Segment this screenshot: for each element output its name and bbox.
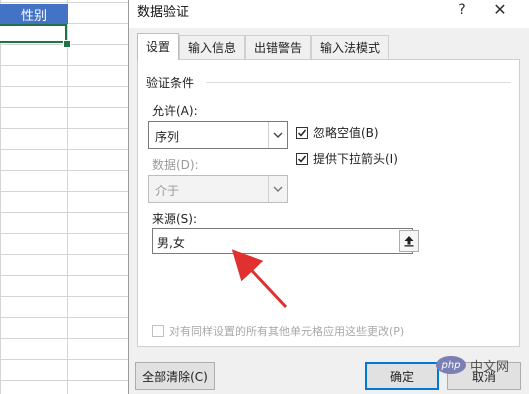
in-cell-dropdown-checkbox[interactable]: 提供下拉箭头(I) (296, 150, 398, 167)
apply-all-checkbox[interactable]: 对有同样设置的所有其他单元格应用这些更改(P) (152, 323, 404, 339)
tab-ime-mode[interactable]: 输入法模式 (311, 35, 390, 59)
source-input-value: 男,女 (157, 236, 185, 250)
source-input[interactable]: 男,女 (152, 228, 413, 254)
in-cell-dropdown-box[interactable] (296, 152, 308, 165)
tab-bar: 设置 输入信息 出错警告 输入法模式 (137, 33, 390, 60)
selected-cell[interactable] (0, 24, 67, 43)
data-validation-dialog: 数据验证 ? ✕ 设置 输入信息 出错警告 输入法模式 验证条件 允许(A): … (128, 0, 529, 394)
chevron-down-icon[interactable] (268, 176, 287, 202)
settings-panel: 验证条件 允许(A): 序列 忽略空值(B) 提供下拉箭头(I) 数据(D): … (137, 59, 520, 347)
collapse-arrow-icon (404, 236, 414, 247)
watermark-text: 中文网 (470, 359, 510, 375)
apply-all-box[interactable] (152, 325, 164, 337)
fill-handle[interactable] (63, 40, 71, 48)
data-select[interactable]: 介于 (148, 175, 288, 203)
spreadsheet-grid[interactable] (0, 0, 130, 394)
php-logo: php (436, 356, 466, 374)
ignore-blank-label: 忽略空值(B) (313, 126, 379, 140)
close-button[interactable]: ✕ (487, 0, 513, 22)
clear-all-button[interactable]: 全部清除(C) (135, 362, 215, 390)
group-divider (206, 82, 511, 83)
apply-all-label: 对有同样设置的所有其他单元格应用这些更改(P) (169, 325, 405, 338)
dialog-titlebar: 数据验证 ? ✕ (129, 0, 529, 28)
allow-select-value: 序列 (155, 130, 180, 144)
dialog-title: 数据验证 (137, 5, 190, 20)
data-select-value: 介于 (155, 184, 180, 198)
source-label: 来源(S): (152, 212, 198, 226)
data-label: 数据(D): (152, 158, 199, 172)
tab-error-alert[interactable]: 出错警告 (245, 35, 312, 59)
allow-label: 允许(A): (152, 104, 198, 118)
ignore-blank-box[interactable] (296, 126, 308, 139)
chevron-down-icon[interactable] (268, 122, 287, 148)
ignore-blank-checkbox[interactable]: 忽略空值(B) (296, 124, 379, 141)
in-cell-dropdown-label: 提供下拉箭头(I) (313, 152, 398, 166)
collapse-dialog-button[interactable] (399, 230, 419, 252)
tab-settings[interactable]: 设置 (137, 33, 180, 60)
validation-criteria-title: 验证条件 (146, 76, 195, 90)
help-button[interactable]: ? (451, 0, 473, 22)
header-cell-gender[interactable]: 性别 (0, 4, 68, 24)
site-watermark: php 中文网 (436, 350, 529, 380)
tab-input-message[interactable]: 输入信息 (179, 35, 246, 59)
ok-button[interactable]: 确定 (365, 362, 439, 390)
allow-select[interactable]: 序列 (148, 121, 288, 149)
